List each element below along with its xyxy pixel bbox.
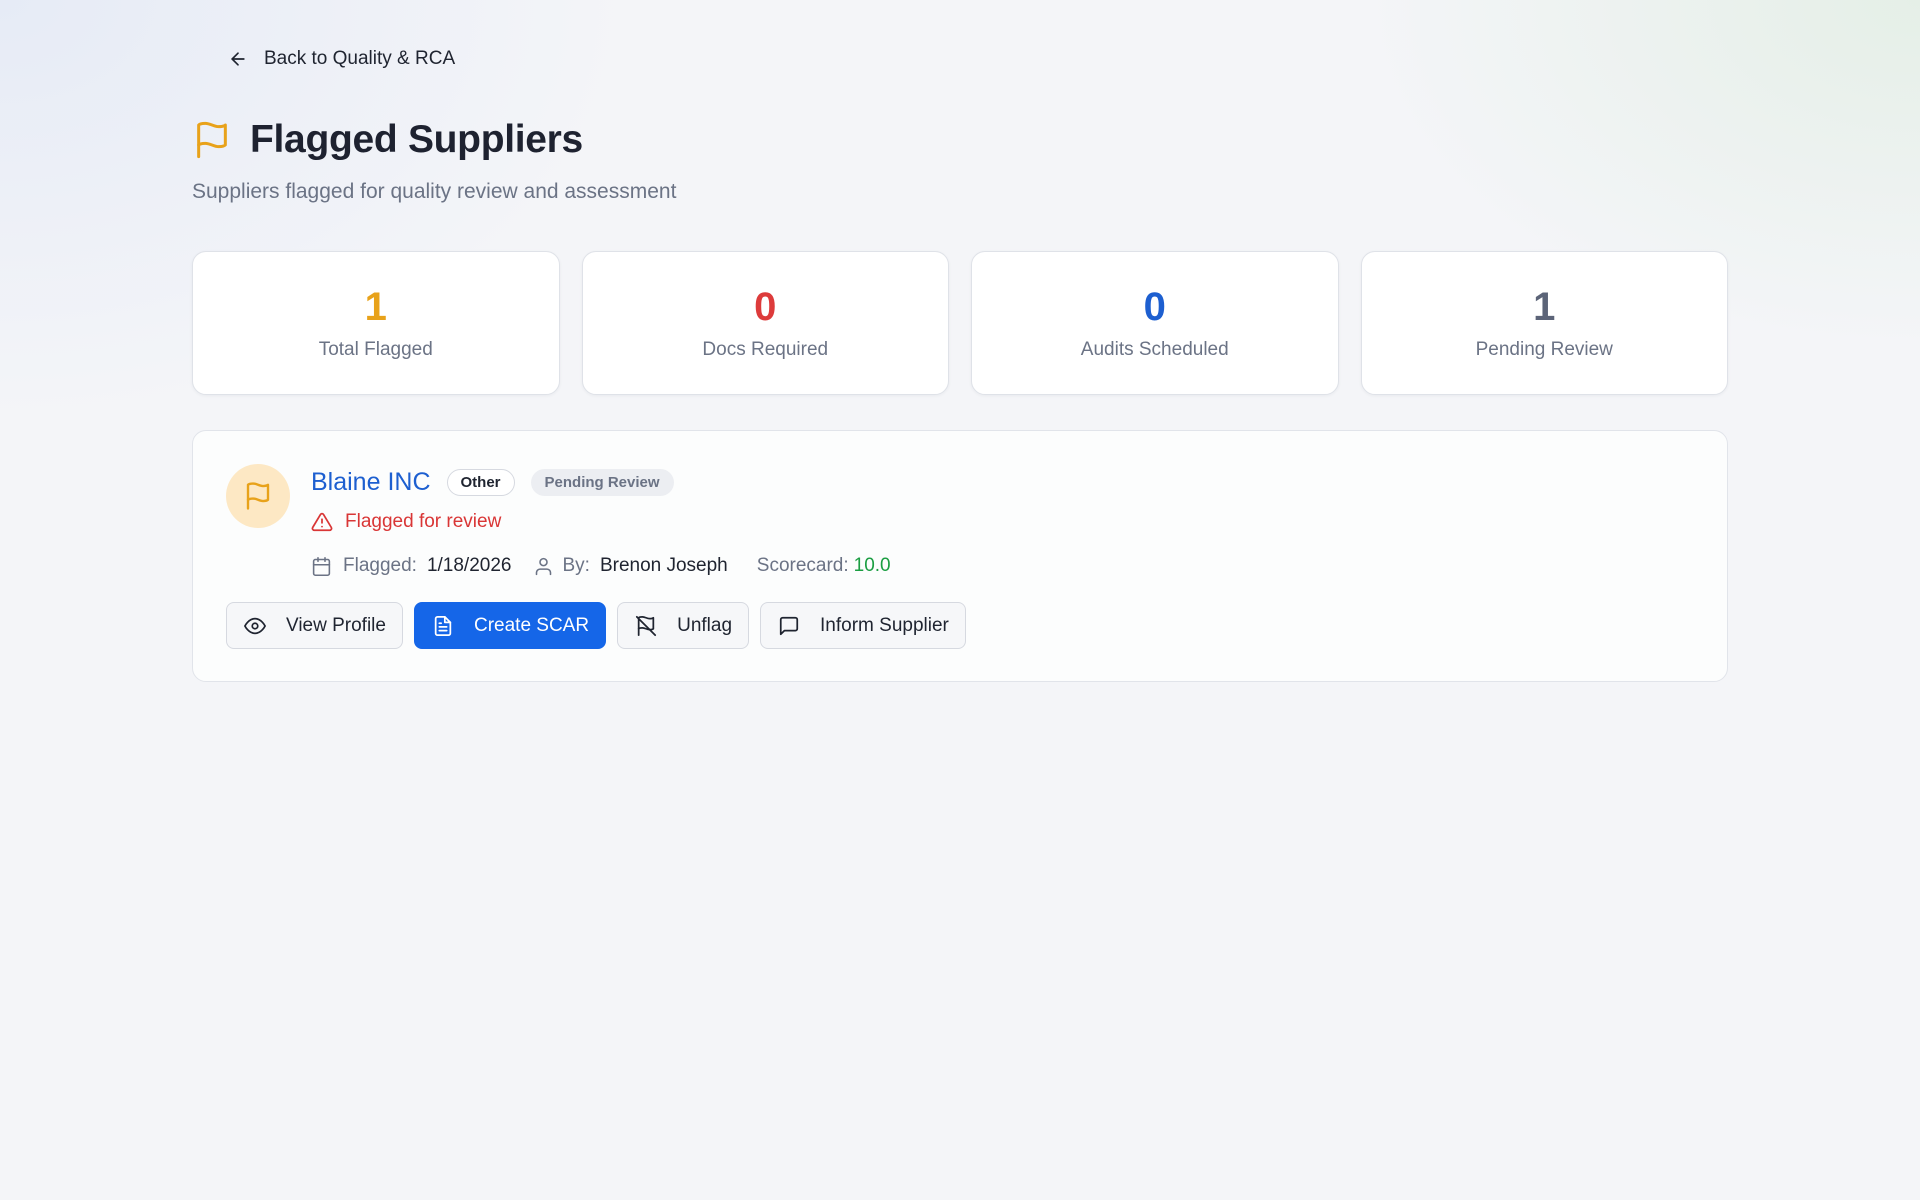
back-link-label: Back to Quality & RCA bbox=[264, 48, 456, 69]
arrow-left-icon bbox=[231, 52, 245, 66]
flagged-date: 1/18/2026 bbox=[426, 555, 512, 576]
flag-note: Flagged for review bbox=[311, 511, 501, 533]
flagged-date-item: Flagged: 1/18/2026 bbox=[311, 555, 511, 577]
flag-icon bbox=[246, 482, 270, 510]
stat-card-pending-review: 1 Pending Review bbox=[1360, 251, 1728, 395]
eye-icon bbox=[244, 617, 266, 634]
flagged-by-item: By: Brenon Joseph bbox=[533, 555, 728, 577]
inform-supplier-button[interactable]: Inform Supplier bbox=[760, 602, 966, 649]
page-title: Flagged Suppliers bbox=[250, 118, 583, 161]
stat-card-docs-required: 0 Docs Required bbox=[581, 251, 949, 395]
supplier-name-link[interactable]: Blaine INC bbox=[311, 468, 431, 497]
flag-off-icon bbox=[636, 615, 657, 636]
page-header: Flagged Suppliers bbox=[192, 118, 583, 162]
scorecard-item: Scorecard: 10.0 bbox=[757, 555, 891, 577]
category-badge: Other bbox=[446, 468, 515, 496]
message-square-icon bbox=[779, 616, 799, 635]
flagged-by-name: Brenon Joseph bbox=[599, 555, 728, 576]
stat-label: Audits Scheduled bbox=[1080, 339, 1229, 360]
supplier-card: Blaine INC Other Pending Review Flagged … bbox=[192, 430, 1728, 682]
stat-value: 1 bbox=[364, 285, 387, 329]
unflag-label: Unflag bbox=[677, 614, 733, 636]
create-scar-label: Create SCAR bbox=[473, 614, 590, 636]
calendar-icon bbox=[312, 556, 331, 576]
stats-row: 1 Total Flagged 0 Docs Required 0 Audits… bbox=[192, 251, 1728, 395]
by-label: By: bbox=[562, 555, 590, 576]
inform-supplier-label: Inform Supplier bbox=[820, 614, 949, 636]
flagged-label: Flagged: bbox=[343, 555, 417, 576]
page-subtitle: Suppliers flagged for quality review and… bbox=[192, 180, 677, 203]
view-profile-label: View Profile bbox=[286, 614, 386, 636]
file-text-icon bbox=[434, 615, 452, 636]
stat-value: 0 bbox=[754, 285, 777, 329]
stat-card-total-flagged: 1 Total Flagged bbox=[192, 251, 560, 395]
scorecard-value: 10.0 bbox=[853, 555, 891, 576]
flag-note-text: Flagged for review bbox=[345, 511, 502, 532]
supplier-meta: Flagged: 1/18/2026 By: Brenon Joseph Sco… bbox=[311, 553, 891, 579]
stat-value: 0 bbox=[1143, 285, 1166, 329]
view-profile-button[interactable]: View Profile bbox=[226, 602, 403, 649]
stat-value: 1 bbox=[1533, 285, 1556, 329]
supplier-actions: View Profile Create SCAR Unflag Inform S… bbox=[226, 602, 966, 649]
status-badge: Pending Review bbox=[530, 468, 674, 496]
back-to-quality-link[interactable]: Back to Quality & RCA bbox=[208, 40, 467, 78]
flag-icon bbox=[197, 121, 227, 159]
stat-label: Pending Review bbox=[1475, 339, 1613, 360]
unflag-button[interactable]: Unflag bbox=[617, 602, 750, 649]
supplier-name-row: Blaine INC Other Pending Review bbox=[311, 465, 674, 499]
supplier-avatar bbox=[226, 464, 290, 528]
user-icon bbox=[536, 557, 552, 575]
create-scar-button[interactable]: Create SCAR bbox=[413, 602, 607, 649]
stat-label: Total Flagged bbox=[318, 339, 433, 360]
alert-triangle-icon bbox=[311, 512, 333, 532]
scorecard-label: Scorecard: bbox=[756, 555, 849, 576]
stat-card-audits-scheduled: 0 Audits Scheduled bbox=[971, 251, 1339, 395]
stat-label: Docs Required bbox=[702, 339, 829, 360]
